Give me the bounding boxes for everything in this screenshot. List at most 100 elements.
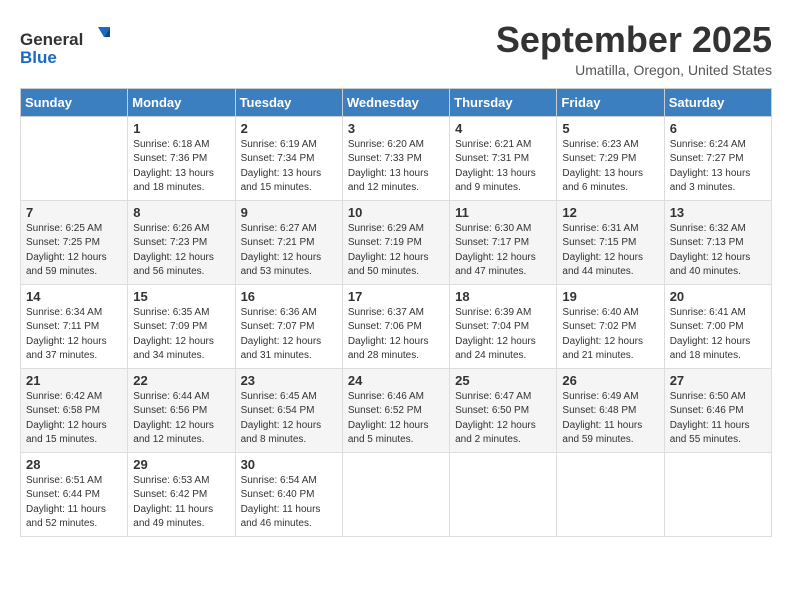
calendar-cell: 24 Sunrise: 6:46 AMSunset: 6:52 PMDayligh… <box>342 368 449 452</box>
day-number: 25 <box>455 373 551 388</box>
calendar-cell: 3 Sunrise: 6:20 AMSunset: 7:33 PMDaylight… <box>342 116 449 200</box>
svg-text:General: General <box>20 30 83 49</box>
day-of-week-header: Sunday <box>21 88 128 116</box>
day-number: 6 <box>670 121 766 136</box>
calendar-cell: 21 Sunrise: 6:42 AMSunset: 6:58 PMDayligh… <box>21 368 128 452</box>
day-info: Sunrise: 6:34 AMSunset: 7:11 PMDaylight:… <box>26 306 122 364</box>
day-number: 10 <box>348 205 444 220</box>
calendar-cell: 13 Sunrise: 6:32 AMSunset: 7:13 PMDayligh… <box>664 200 771 284</box>
day-info: Sunrise: 6:35 AMSunset: 7:09 PMDaylight:… <box>133 306 229 364</box>
calendar-cell: 30Sunrise: 6:54 AMSunset: 6:40 PMDayligh… <box>235 452 342 536</box>
calendar-cell: 11 Sunrise: 6:30 AMSunset: 7:17 PMDayligh… <box>450 200 557 284</box>
calendar-cell: 23 Sunrise: 6:45 AMSunset: 6:54 PMDayligh… <box>235 368 342 452</box>
day-number: 1 <box>133 121 229 136</box>
calendar-cell <box>21 116 128 200</box>
day-info: Sunrise: 6:23 AMSunset: 7:29 PMDaylight:… <box>562 138 658 196</box>
day-of-week-header: Friday <box>557 88 664 116</box>
calendar-week-row: 21 Sunrise: 6:42 AMSunset: 6:58 PMDayligh… <box>21 368 772 452</box>
day-info: Sunrise: 6:49 AMSunset: 6:48 PMDaylight:… <box>562 390 658 448</box>
calendar-cell: 1 Sunrise: 6:18 AMSunset: 7:36 PMDaylight… <box>128 116 235 200</box>
day-info: Sunrise: 6:42 AMSunset: 6:58 PMDaylight:… <box>26 390 122 448</box>
day-info: Sunrise: 6:37 AMSunset: 7:06 PMDaylight:… <box>348 306 444 364</box>
day-number: 8 <box>133 205 229 220</box>
calendar-cell: 27Sunrise: 6:50 AMSunset: 6:46 PMDayligh… <box>664 368 771 452</box>
svg-text:Blue: Blue <box>20 48 57 67</box>
day-number: 21 <box>26 373 122 388</box>
day-info: Sunrise: 6:20 AMSunset: 7:33 PMDaylight:… <box>348 138 444 196</box>
day-number: 23 <box>241 373 337 388</box>
day-info: Sunrise: 6:50 AMSunset: 6:46 PMDaylight:… <box>670 390 766 448</box>
day-info: Sunrise: 6:18 AMSunset: 7:36 PMDaylight:… <box>133 138 229 196</box>
day-info: Sunrise: 6:30 AMSunset: 7:17 PMDaylight:… <box>455 222 551 280</box>
day-info: Sunrise: 6:31 AMSunset: 7:15 PMDaylight:… <box>562 222 658 280</box>
calendar-cell: 15Sunrise: 6:35 AMSunset: 7:09 PMDayligh… <box>128 284 235 368</box>
day-info: Sunrise: 6:44 AMSunset: 6:56 PMDaylight:… <box>133 390 229 448</box>
day-info: Sunrise: 6:25 AMSunset: 7:25 PMDaylight:… <box>26 222 122 280</box>
day-info: Sunrise: 6:24 AMSunset: 7:27 PMDaylight:… <box>670 138 766 196</box>
calendar-cell: 29 Sunrise: 6:53 AMSunset: 6:42 PMDayligh… <box>128 452 235 536</box>
location-subtitle: Umatilla, Oregon, United States <box>496 62 772 78</box>
day-number: 13 <box>670 205 766 220</box>
day-info: Sunrise: 6:39 AMSunset: 7:04 PMDaylight:… <box>455 306 551 364</box>
calendar-cell <box>664 452 771 536</box>
calendar-table: SundayMondayTuesdayWednesdayThursdayFrid… <box>20 88 772 537</box>
calendar-week-row: 1 Sunrise: 6:18 AMSunset: 7:36 PMDaylight… <box>21 116 772 200</box>
calendar-cell: 25Sunrise: 6:47 AMSunset: 6:50 PMDayligh… <box>450 368 557 452</box>
day-info: Sunrise: 6:32 AMSunset: 7:13 PMDaylight:… <box>670 222 766 280</box>
calendar-week-row: 28Sunrise: 6:51 AMSunset: 6:44 PMDayligh… <box>21 452 772 536</box>
calendar-header-row: SundayMondayTuesdayWednesdayThursdayFrid… <box>21 88 772 116</box>
day-info: Sunrise: 6:46 AMSunset: 6:52 PMDaylight:… <box>348 390 444 448</box>
calendar-cell: 26 Sunrise: 6:49 AMSunset: 6:48 PMDayligh… <box>557 368 664 452</box>
day-number: 20 <box>670 289 766 304</box>
day-info: Sunrise: 6:40 AMSunset: 7:02 PMDaylight:… <box>562 306 658 364</box>
calendar-cell <box>342 452 449 536</box>
day-info: Sunrise: 6:19 AMSunset: 7:34 PMDaylight:… <box>241 138 337 196</box>
day-number: 24 <box>348 373 444 388</box>
calendar-cell <box>557 452 664 536</box>
calendar-cell <box>450 452 557 536</box>
day-number: 14 <box>26 289 122 304</box>
day-number: 7 <box>26 205 122 220</box>
day-number: 19 <box>562 289 658 304</box>
day-info: Sunrise: 6:53 AMSunset: 6:42 PMDaylight:… <box>133 474 229 532</box>
calendar-cell: 2 Sunrise: 6:19 AMSunset: 7:34 PMDaylight… <box>235 116 342 200</box>
calendar-cell: 9Sunrise: 6:27 AMSunset: 7:21 PMDaylight… <box>235 200 342 284</box>
title-block: September 2025 Umatilla, Oregon, United … <box>496 20 772 78</box>
day-number: 11 <box>455 205 551 220</box>
calendar-cell: 20 Sunrise: 6:41 AMSunset: 7:00 PMDayligh… <box>664 284 771 368</box>
calendar-cell: 19 Sunrise: 6:40 AMSunset: 7:02 PMDayligh… <box>557 284 664 368</box>
day-info: Sunrise: 6:27 AMSunset: 7:21 PMDaylight:… <box>241 222 337 280</box>
day-number: 30 <box>241 457 337 472</box>
day-number: 3 <box>348 121 444 136</box>
logo-svg: General Blue <box>20 25 110 70</box>
day-number: 16 <box>241 289 337 304</box>
day-number: 28 <box>26 457 122 472</box>
day-number: 18 <box>455 289 551 304</box>
day-number: 17 <box>348 289 444 304</box>
day-of-week-header: Monday <box>128 88 235 116</box>
day-info: Sunrise: 6:41 AMSunset: 7:00 PMDaylight:… <box>670 306 766 364</box>
calendar-cell: 16 Sunrise: 6:36 AMSunset: 7:07 PMDayligh… <box>235 284 342 368</box>
logo: General Blue <box>20 25 110 70</box>
calendar-cell: 5Sunrise: 6:23 AMSunset: 7:29 PMDaylight… <box>557 116 664 200</box>
day-number: 2 <box>241 121 337 136</box>
day-number: 26 <box>562 373 658 388</box>
day-of-week-header: Wednesday <box>342 88 449 116</box>
day-info: Sunrise: 6:21 AMSunset: 7:31 PMDaylight:… <box>455 138 551 196</box>
day-of-week-header: Thursday <box>450 88 557 116</box>
calendar-cell: 7 Sunrise: 6:25 AMSunset: 7:25 PMDaylight… <box>21 200 128 284</box>
day-info: Sunrise: 6:36 AMSunset: 7:07 PMDaylight:… <box>241 306 337 364</box>
calendar-cell: 8Sunrise: 6:26 AMSunset: 7:23 PMDaylight… <box>128 200 235 284</box>
day-number: 12 <box>562 205 658 220</box>
calendar-week-row: 7 Sunrise: 6:25 AMSunset: 7:25 PMDaylight… <box>21 200 772 284</box>
page-header: General Blue September 2025 Umatilla, Or… <box>20 20 772 78</box>
day-of-week-header: Saturday <box>664 88 771 116</box>
calendar-cell: 6 Sunrise: 6:24 AMSunset: 7:27 PMDaylight… <box>664 116 771 200</box>
calendar-cell: 18 Sunrise: 6:39 AMSunset: 7:04 PMDayligh… <box>450 284 557 368</box>
calendar-cell: 22 Sunrise: 6:44 AMSunset: 6:56 PMDayligh… <box>128 368 235 452</box>
day-info: Sunrise: 6:29 AMSunset: 7:19 PMDaylight:… <box>348 222 444 280</box>
calendar-cell: 10 Sunrise: 6:29 AMSunset: 7:19 PMDayligh… <box>342 200 449 284</box>
day-number: 29 <box>133 457 229 472</box>
day-number: 22 <box>133 373 229 388</box>
day-info: Sunrise: 6:45 AMSunset: 6:54 PMDaylight:… <box>241 390 337 448</box>
